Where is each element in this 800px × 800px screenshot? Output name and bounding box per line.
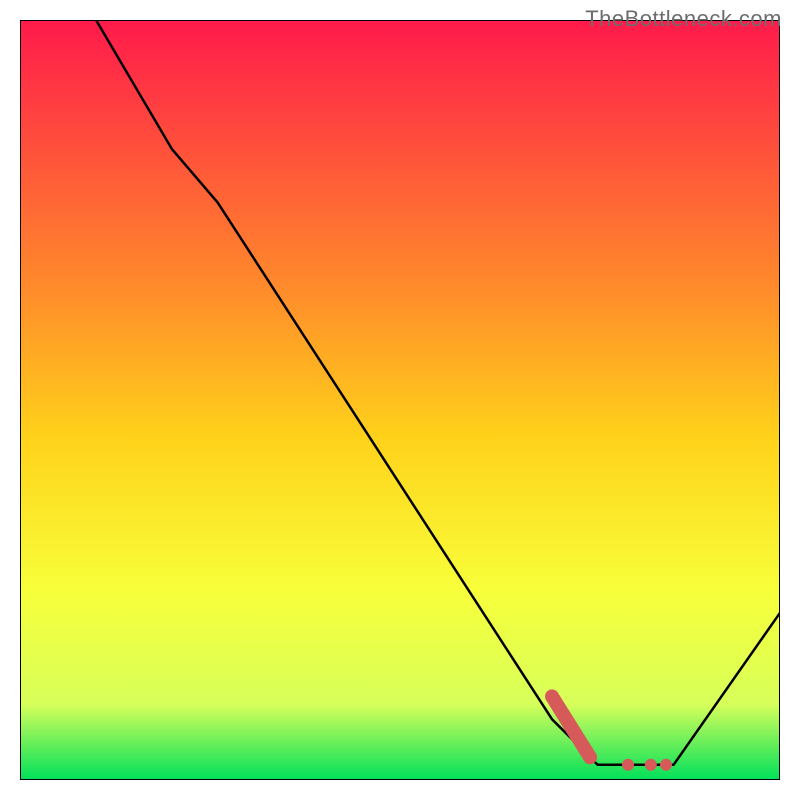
watermark-text: TheBottleneck.com [585,6,782,32]
plot-area [20,20,780,780]
gradient-background [20,20,780,780]
bottleneck-chart [20,20,780,780]
